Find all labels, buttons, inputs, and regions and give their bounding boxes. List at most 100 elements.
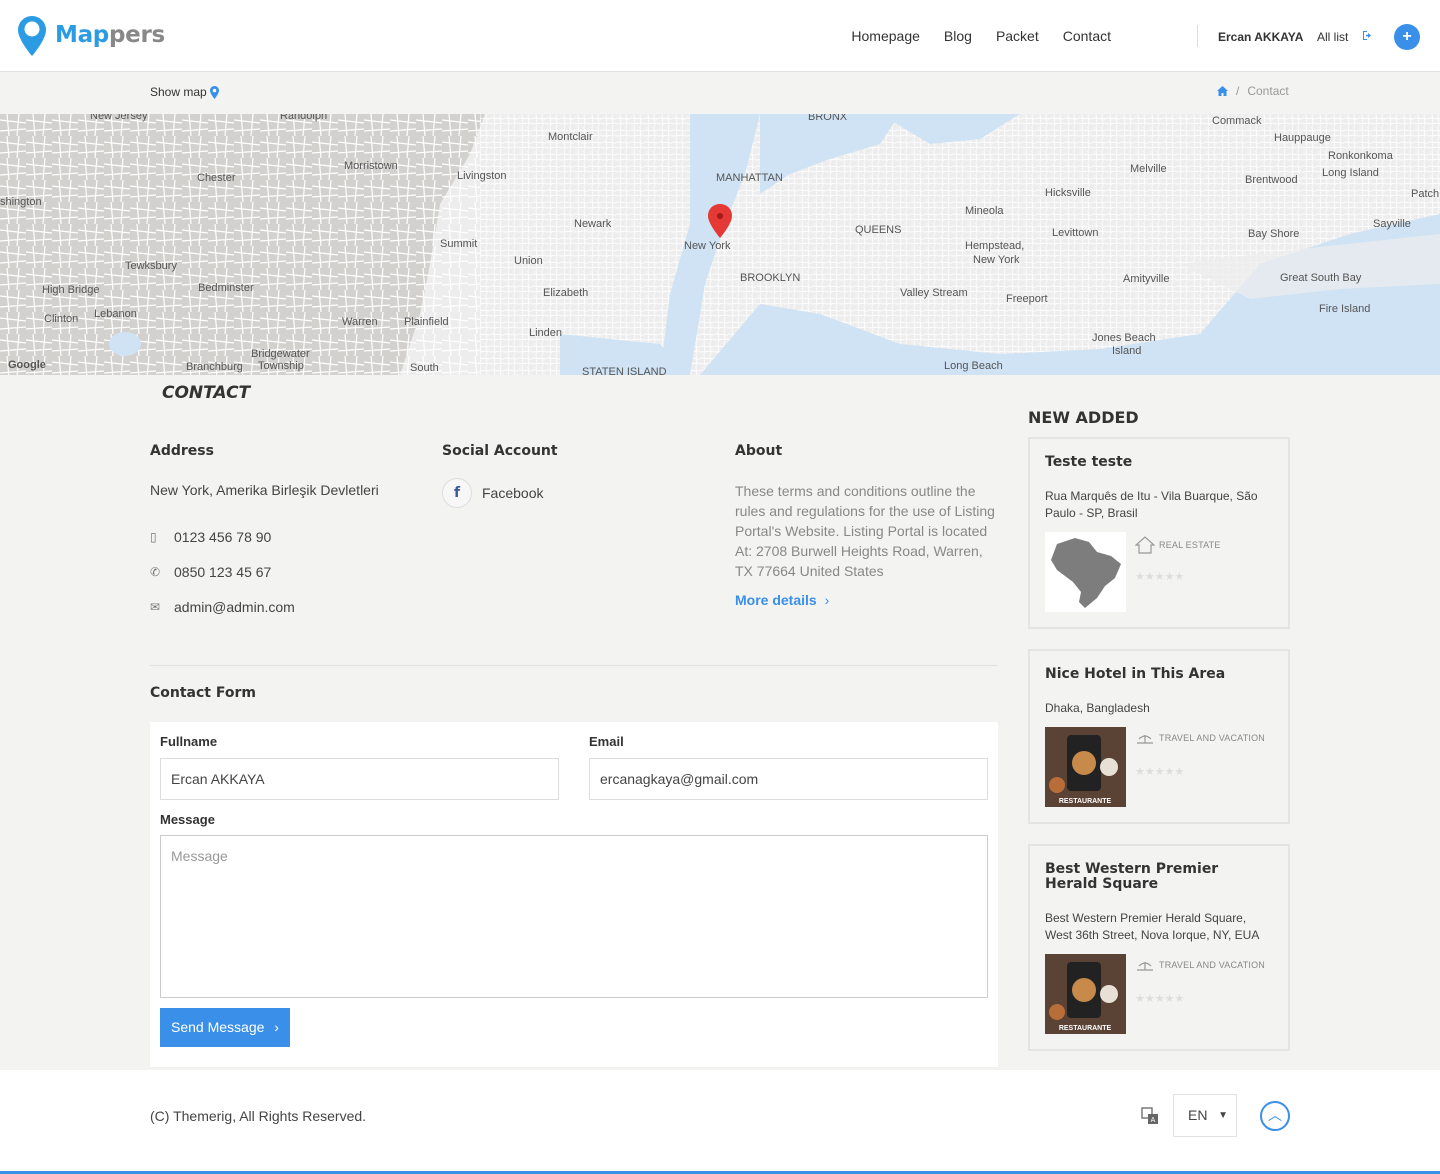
show-map-label: Show map	[150, 85, 207, 99]
map-label: MANHATTAN	[716, 172, 783, 184]
language-select[interactable]: EN ▼	[1173, 1094, 1237, 1137]
phone2-text[interactable]: 0850 123 45 67	[174, 564, 271, 580]
map-label: Branchburg	[186, 361, 243, 373]
restaurant-photo[interactable]: RESTAURANTE	[1045, 954, 1126, 1034]
map-label: Bay Shore	[1248, 228, 1299, 240]
restaurant-photo[interactable]: RESTAURANTE	[1045, 727, 1126, 807]
map-label: Elizabeth	[543, 287, 588, 299]
map-marker-icon	[209, 85, 219, 99]
more-details-link[interactable]: More details ›	[735, 592, 829, 608]
chevron-up-icon: ︿	[1268, 1107, 1282, 1123]
map-label: BROOKLYN	[740, 272, 800, 284]
map-label: Montclair	[548, 131, 593, 143]
phone-icon: ✆	[150, 565, 161, 579]
map-label: Google	[8, 359, 46, 371]
map-label: Sayville	[1373, 218, 1411, 230]
breadcrumb-separator: /	[1236, 84, 1240, 98]
breadcrumb-current: Contact	[1247, 84, 1289, 98]
nav-homepage[interactable]: Homepage	[851, 28, 920, 44]
map-label: Clinton	[44, 313, 78, 325]
map-label: Morristown	[344, 160, 398, 172]
card-address: Best Western Premier Herald Square, West…	[1045, 911, 1260, 942]
divider	[150, 665, 998, 666]
brazil-map-icon[interactable]	[1045, 532, 1126, 612]
map-label: Long Island	[1322, 167, 1379, 179]
card-title[interactable]: Best Western Premier Herald Square	[1045, 862, 1275, 892]
nav-packet[interactable]: Packet	[996, 28, 1039, 44]
map-canvas[interactable]: New Jersey Randolph BRONX Commack Montclair H…	[0, 114, 1440, 375]
add-listing-button[interactable]: +	[1394, 24, 1420, 50]
scroll-top-button[interactable]: ︿	[1260, 1101, 1290, 1131]
main-nav: Homepage Blog Packet Contact	[851, 28, 1111, 44]
map-label: Amityville	[1123, 273, 1169, 285]
show-map-toggle[interactable]: Show map	[150, 85, 219, 99]
logo[interactable]: Mappers	[16, 14, 165, 58]
fullname-input[interactable]: Ercan AKKAYA	[160, 758, 559, 800]
facebook-icon[interactable]: f	[442, 478, 472, 508]
fullname-label: Fullname	[160, 734, 218, 749]
chevron-right-icon: ›	[824, 592, 830, 608]
message-label: Message	[160, 812, 215, 827]
new-added-heading: NEW ADDED	[1028, 408, 1139, 427]
address-text: New York, Amerika Birleşik Devletleri	[150, 482, 379, 498]
map-label: Great South Bay	[1280, 272, 1362, 284]
map-label: Plainfield	[404, 316, 449, 328]
rating-stars: ★★★★★	[1135, 571, 1185, 583]
sub-bar: Show map / Contact	[0, 73, 1440, 114]
listing-card[interactable]: Best Western Premier Herald Square Best …	[1028, 844, 1290, 1051]
map-label: Island	[1112, 345, 1141, 357]
facebook-label[interactable]: Facebook	[482, 485, 543, 501]
more-details-label: More details	[735, 592, 817, 608]
nav-blog[interactable]: Blog	[944, 28, 972, 44]
phone1-text[interactable]: 0123 456 78 90	[174, 529, 271, 545]
map-view[interactable]: New Jersey Randolph BRONX Commack Montclair H…	[0, 114, 1440, 375]
map-label: Bedminster	[198, 282, 254, 294]
map-label: Long Beach	[944, 360, 1003, 372]
social-heading: Social Account	[442, 443, 558, 459]
logo-text-part2: pers	[108, 22, 165, 48]
send-message-button[interactable]: Send Message ›	[160, 1008, 290, 1047]
map-label: Chester	[197, 172, 236, 184]
restaurant-photo-text: RESTAURANTE	[1059, 798, 1112, 805]
chevron-right-icon: ›	[274, 1019, 279, 1035]
card-address: Rua Marquês de Itu - Vila Buarque, São P…	[1045, 489, 1258, 520]
rating-stars: ★★★★★	[1135, 993, 1185, 1005]
email-text[interactable]: admin@admin.com	[174, 599, 295, 615]
listing-card[interactable]: Nice Hotel in This Area Dhaka, Banglades…	[1028, 649, 1290, 824]
all-list-link[interactable]: All list	[1317, 30, 1348, 44]
map-label: STATEN ISLAND	[582, 366, 667, 375]
footer: (C) Themerig, All Rights Reserved. A EN ▼…	[0, 1070, 1440, 1174]
address-heading: Address	[150, 443, 214, 459]
card-category: REAL ESTATE	[1135, 536, 1221, 554]
map-label: Hicksville	[1045, 187, 1091, 199]
email-label: Email	[589, 734, 624, 749]
page-title: CONTACT	[162, 383, 251, 403]
map-label: New York	[973, 254, 1020, 266]
map-label: Hauppauge	[1274, 132, 1331, 144]
user-name[interactable]: Ercan AKKAYA	[1218, 30, 1303, 44]
nav-contact[interactable]: Contact	[1063, 28, 1111, 44]
copyright-text: (C) Themerig, All Rights Reserved.	[150, 1108, 367, 1124]
beach-icon	[1137, 962, 1153, 971]
logout-icon[interactable]	[1362, 30, 1374, 44]
map-label: New Jersey	[90, 114, 148, 122]
map-label: Valley Stream	[900, 287, 968, 299]
map-label: South	[410, 362, 439, 374]
card-title[interactable]: Teste teste	[1045, 455, 1275, 470]
map-label: BRONX	[808, 114, 848, 123]
card-category-label: TRAVEL AND VACATION	[1159, 733, 1265, 743]
card-category: TRAVEL AND VACATION	[1135, 731, 1265, 745]
listing-card[interactable]: Teste teste Rua Marquês de Itu - Vila Bu…	[1028, 437, 1290, 629]
mobile-icon: ▯	[150, 530, 157, 544]
card-title[interactable]: Nice Hotel in This Area	[1045, 667, 1275, 682]
map-label: Patch	[1411, 188, 1439, 200]
email-row: ✉ admin@admin.com	[150, 599, 295, 615]
map-label: Levittown	[1052, 227, 1098, 239]
facebook-link[interactable]: f Facebook	[442, 478, 543, 508]
about-heading: About	[735, 443, 783, 459]
map-label: Fire Island	[1319, 303, 1370, 315]
home-icon[interactable]	[1217, 86, 1228, 96]
card-address: Dhaka, Bangladesh	[1045, 701, 1150, 715]
message-textarea[interactable]: Message	[160, 835, 988, 998]
email-input[interactable]: ercanagkaya@gmail.com	[589, 758, 988, 800]
